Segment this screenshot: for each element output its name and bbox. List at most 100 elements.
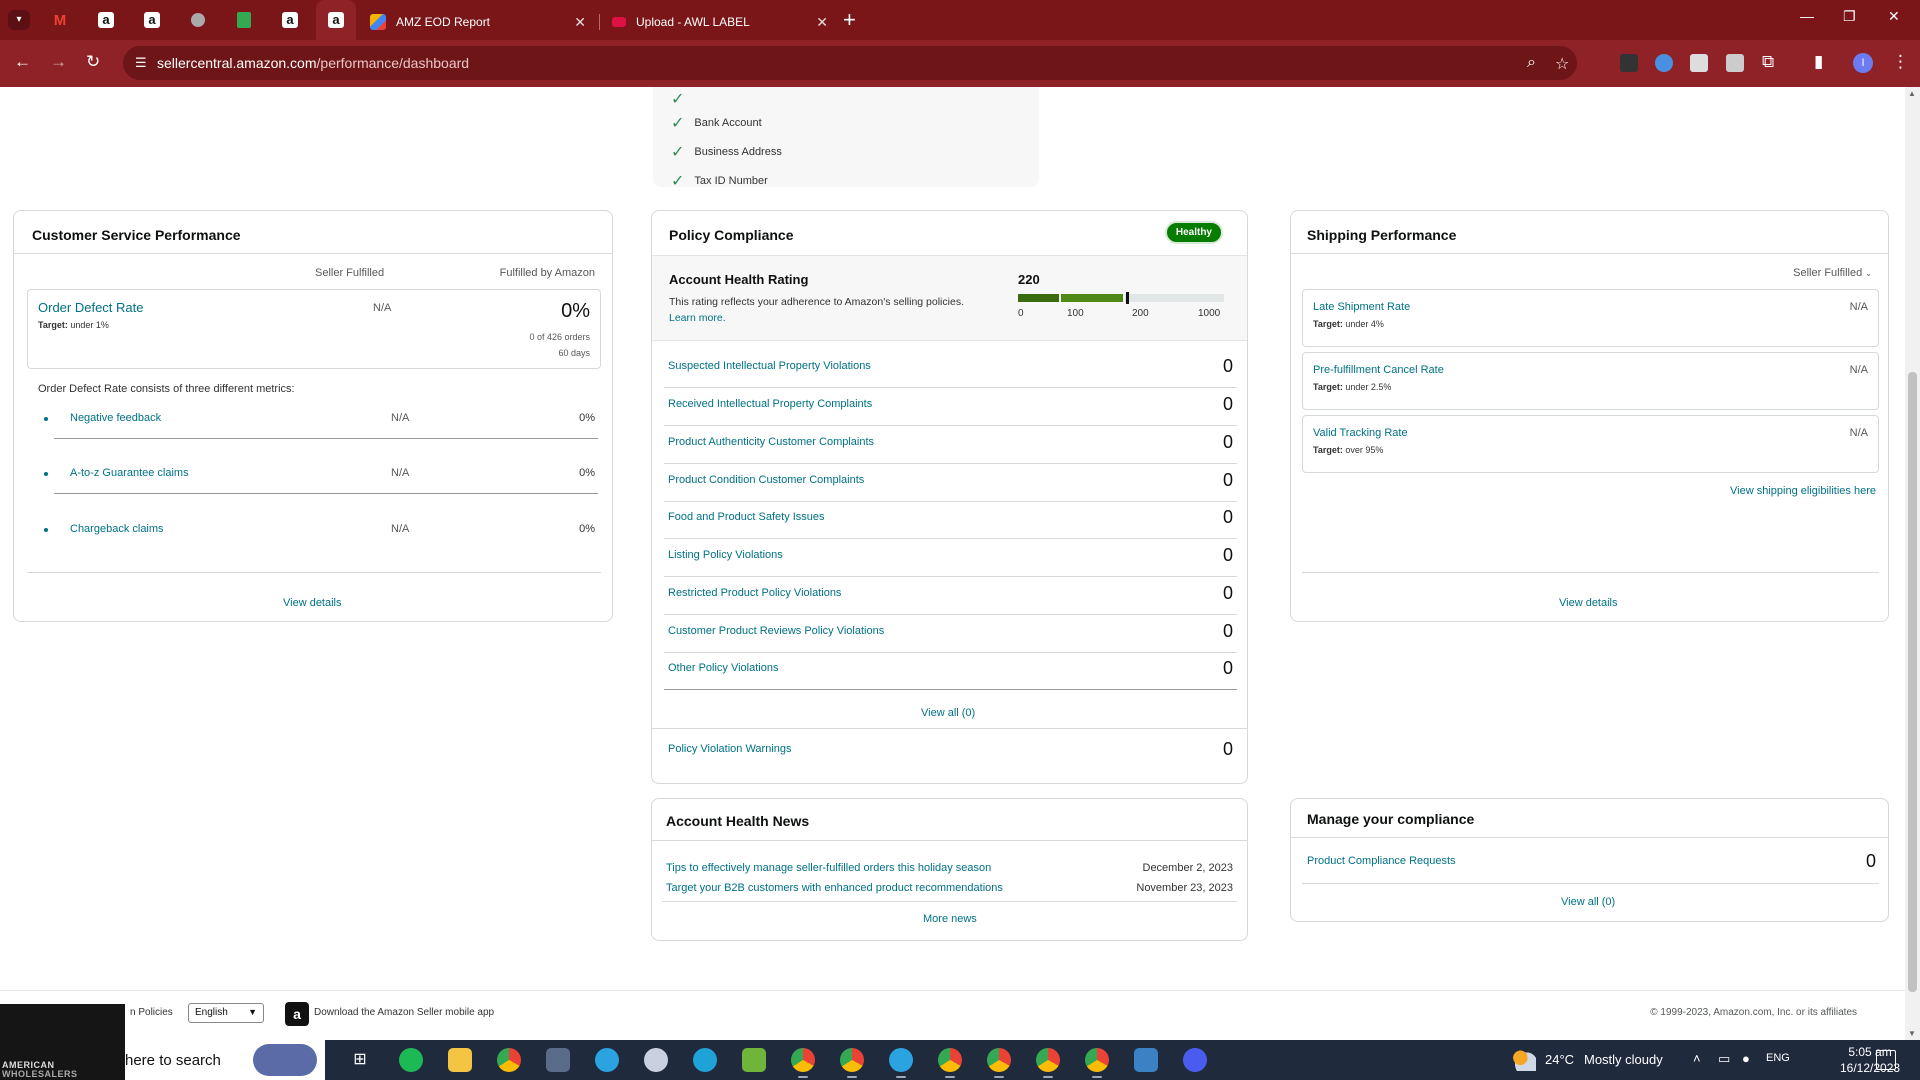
shipping-metric-link[interactable]: Valid Tracking Rate bbox=[1313, 427, 1408, 439]
shipping-metric-link[interactable]: Late Shipment Rate bbox=[1313, 301, 1410, 313]
new-tab-plus-icon[interactable]: + bbox=[843, 8, 856, 32]
news-link[interactable]: Target your B2B customers with enhanced … bbox=[666, 882, 1003, 894]
page-scrollbar[interactable]: ▲ ▼ bbox=[1905, 87, 1920, 1040]
chrome-icon[interactable] bbox=[497, 1048, 521, 1072]
close-tab-icon[interactable]: ✕ bbox=[816, 14, 828, 31]
learn-more-link[interactable]: Learn more. bbox=[669, 312, 726, 324]
file-explorer-icon[interactable] bbox=[448, 1048, 472, 1072]
pinned-tab-amazon-1[interactable]: a bbox=[94, 8, 118, 32]
profile-avatar[interactable]: I bbox=[1853, 53, 1873, 73]
close-tab-icon[interactable]: ✕ bbox=[574, 14, 586, 31]
amazon-app-icon[interactable]: a bbox=[285, 1002, 309, 1026]
utorrent-icon[interactable] bbox=[742, 1048, 766, 1072]
cs-view-details-link[interactable]: View details bbox=[283, 597, 342, 609]
close-window-icon[interactable]: ✕ bbox=[1888, 8, 1900, 25]
task-view-icon[interactable]: ⊞ bbox=[348, 1048, 372, 1072]
violation-link[interactable]: Suspected Intellectual Property Violatio… bbox=[668, 360, 871, 372]
extension-chart-icon[interactable] bbox=[1690, 54, 1708, 72]
compliance-view-all-link[interactable]: View all (0) bbox=[1561, 896, 1615, 908]
microphone-icon[interactable]: ● bbox=[1742, 1051, 1750, 1066]
pinned-tab-amazon-2[interactable]: a bbox=[140, 8, 164, 32]
chrome-profile-icon[interactable] bbox=[938, 1048, 962, 1078]
language-select[interactable]: English ▼ bbox=[188, 1003, 264, 1023]
minimize-icon[interactable]: — bbox=[1800, 8, 1814, 24]
policies-link[interactable]: n Policies bbox=[130, 1007, 173, 1018]
extensions-puzzle-icon[interactable]: ⧉ bbox=[1762, 52, 1774, 72]
pinned-tab-gmail[interactable]: M bbox=[48, 8, 72, 32]
metric-link[interactable]: A-to-z Guarantee claims bbox=[70, 467, 189, 479]
menu-kebab-icon[interactable]: ⋮ bbox=[1892, 52, 1909, 72]
spotify-icon[interactable] bbox=[399, 1048, 423, 1072]
violation-link[interactable]: Product Authenticity Customer Complaints bbox=[668, 436, 874, 448]
temperature[interactable]: 24°C bbox=[1545, 1052, 1574, 1067]
scroll-down-icon[interactable]: ▼ bbox=[1908, 1029, 1916, 1038]
forward-arrow-icon[interactable]: → bbox=[50, 52, 67, 72]
pinned-tab-amazon-active[interactable]: a bbox=[316, 0, 356, 40]
metric-link[interactable]: Negative feedback bbox=[70, 412, 161, 424]
customer-service-card: Customer Service Performance Seller Fulf… bbox=[13, 210, 613, 622]
chrome-profile-icon[interactable] bbox=[840, 1048, 864, 1078]
warnings-link[interactable]: Policy Violation Warnings bbox=[668, 743, 792, 755]
taskbar-search-box[interactable]: here to search bbox=[125, 1040, 325, 1080]
input-language[interactable]: ENG bbox=[1766, 1052, 1790, 1064]
violation-link[interactable]: Received Intellectual Property Complaint… bbox=[668, 398, 872, 410]
violation-link[interactable]: Product Condition Customer Complaints bbox=[668, 474, 864, 486]
video-thumbnail[interactable]: AMERICAN WHOLESALERS bbox=[0, 1004, 125, 1080]
tab-search-chevron-icon[interactable]: ▾ bbox=[8, 10, 30, 30]
network-icon[interactable]: ▭ bbox=[1718, 1051, 1730, 1067]
divider bbox=[1291, 837, 1888, 838]
compliance-requests-link[interactable]: Product Compliance Requests bbox=[1307, 855, 1456, 867]
violation-link[interactable]: Listing Policy Violations bbox=[668, 549, 783, 561]
zoom-icon[interactable] bbox=[1183, 1048, 1207, 1072]
chrome-active-icon[interactable] bbox=[1036, 1048, 1060, 1078]
news-link[interactable]: Tips to effectively manage seller-fulfil… bbox=[666, 862, 991, 874]
zoom-search-icon[interactable]: ⌕ bbox=[1527, 54, 1536, 72]
back-arrow-icon[interactable]: ← bbox=[14, 52, 31, 72]
chrome-profile-icon[interactable] bbox=[1085, 1048, 1109, 1078]
bookmark-star-icon[interactable]: ☆ bbox=[1555, 54, 1569, 74]
tab-amz-eod-report[interactable]: AMZ EOD Report ✕ bbox=[358, 4, 598, 40]
scroll-up-icon[interactable]: ▲ bbox=[1908, 89, 1916, 98]
notifications-icon[interactable] bbox=[1876, 1050, 1896, 1070]
extension-puzzle-blue-icon[interactable] bbox=[1655, 54, 1673, 72]
policy-view-all-link[interactable]: View all (0) bbox=[921, 707, 975, 719]
target-value: under 2.5% bbox=[1345, 382, 1392, 392]
more-news-link[interactable]: More news bbox=[923, 913, 977, 925]
paint-icon[interactable] bbox=[644, 1048, 668, 1072]
download-app-link[interactable]: Download the Amazon Seller mobile app bbox=[314, 1007, 494, 1018]
search-highlight-image bbox=[253, 1044, 317, 1076]
telegram-icon[interactable] bbox=[595, 1048, 619, 1072]
restore-icon[interactable]: ❐ bbox=[1843, 8, 1856, 25]
weather-text[interactable]: Mostly cloudy bbox=[1584, 1052, 1663, 1067]
extension-off-icon[interactable] bbox=[1620, 54, 1638, 72]
telegram-notify-icon[interactable] bbox=[889, 1048, 913, 1078]
extension-image-icon[interactable] bbox=[1726, 54, 1744, 72]
shipping-metric-link[interactable]: Pre-fulfillment Cancel Rate bbox=[1313, 364, 1444, 376]
pinned-tab-amazon-3[interactable]: a bbox=[278, 8, 302, 32]
calculator-icon[interactable] bbox=[546, 1048, 570, 1072]
violation-link[interactable]: Restricted Product Policy Violations bbox=[668, 587, 841, 599]
site-info-icon[interactable]: ☰ bbox=[135, 55, 151, 71]
reload-icon[interactable]: ↻ bbox=[86, 52, 100, 72]
url-text: sellercentral.amazon.com/performance/das… bbox=[157, 55, 469, 71]
scrollbar-thumb[interactable] bbox=[1908, 372, 1917, 992]
chrome-profile-icon[interactable] bbox=[791, 1048, 815, 1078]
violation-link[interactable]: Other Policy Violations bbox=[668, 662, 778, 674]
pinned-tab-sheets[interactable] bbox=[232, 8, 256, 32]
chrome-profile-icon[interactable] bbox=[987, 1048, 1011, 1078]
violation-link[interactable]: Food and Product Safety Issues bbox=[668, 511, 825, 523]
pinned-tab-globe[interactable] bbox=[186, 8, 210, 32]
chevron-up-icon[interactable]: ˄ bbox=[1693, 1051, 1701, 1066]
violation-link[interactable]: Customer Product Reviews Policy Violatio… bbox=[668, 625, 884, 637]
side-panel-icon[interactable]: ▮ bbox=[1814, 52, 1823, 72]
photos-icon[interactable] bbox=[1134, 1048, 1158, 1072]
tab-upload-awl-label[interactable]: Upload - AWL LABEL ✕ bbox=[600, 4, 840, 40]
metric-link[interactable]: Chargeback claims bbox=[70, 523, 164, 535]
shipping-view-details-link[interactable]: View details bbox=[1559, 597, 1618, 609]
shipping-eligibilities-link[interactable]: View shipping eligibilities here bbox=[1730, 485, 1876, 497]
edge-icon[interactable] bbox=[693, 1048, 717, 1072]
weather-cloudy-icon[interactable] bbox=[1512, 1049, 1536, 1071]
fulfillment-filter-dropdown[interactable]: Seller Fulfilled ⌄ bbox=[1793, 267, 1872, 279]
address-bar[interactable]: ☰ sellercentral.amazon.com/performance/d… bbox=[123, 46, 1577, 80]
order-defect-rate-link[interactable]: Order Defect Rate bbox=[38, 300, 144, 315]
